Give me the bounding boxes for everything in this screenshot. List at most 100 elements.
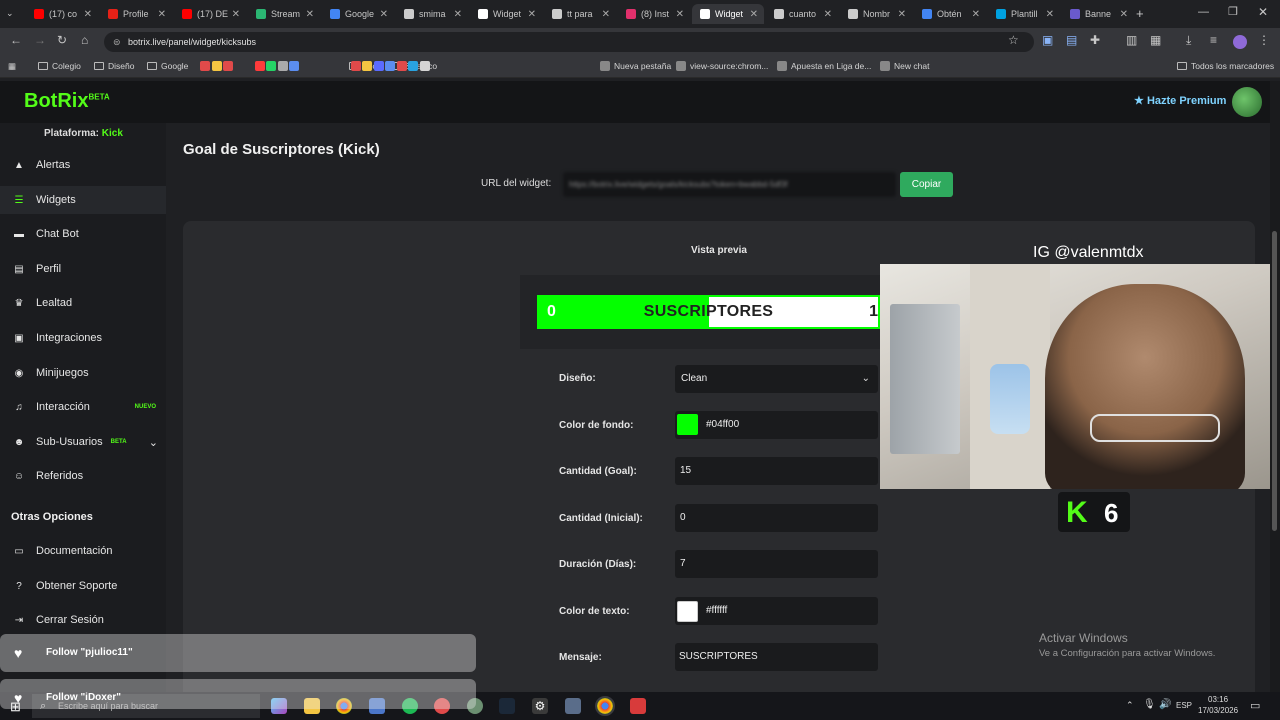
message-input[interactable]: SUSCRIPTORES bbox=[675, 643, 878, 671]
chevron-down-icon[interactable]: ⌄ bbox=[149, 436, 158, 449]
bookmark-favicon-icon[interactable] bbox=[350, 61, 361, 71]
bookmark-favicon-icon[interactable] bbox=[200, 61, 210, 71]
bookmark-icon-item[interactable] bbox=[289, 61, 299, 71]
sidebar-item-chat-bot[interactable]: ▬ Chat Bot bbox=[0, 220, 166, 248]
translate-icon[interactable]: ▣ bbox=[1042, 33, 1053, 47]
close-tab-icon[interactable]: ✕ bbox=[454, 9, 462, 20]
chrome-active-icon[interactable] bbox=[595, 696, 615, 716]
settings-gear-icon[interactable]: ⚙ bbox=[532, 698, 548, 714]
browser-tab[interactable]: Obtén ✕ bbox=[914, 4, 986, 24]
sidebar-item-obtener-soporte[interactable]: ? Obtener Soporte bbox=[0, 572, 166, 600]
close-tab-icon[interactable]: ✕ bbox=[750, 9, 758, 20]
tray-chevron-icon[interactable]: ⌃ bbox=[1126, 700, 1134, 711]
bookmark-icon-item[interactable] bbox=[362, 61, 372, 71]
microphone-icon[interactable]: 🎙 bbox=[1143, 699, 1156, 710]
steam-icon[interactable] bbox=[499, 698, 515, 714]
browser-tab[interactable]: Widget ✕ bbox=[692, 4, 764, 24]
language-indicator[interactable]: ESP bbox=[1176, 701, 1192, 710]
premium-button[interactable]: ★ Hazte Premium bbox=[1134, 94, 1226, 107]
browser-tab[interactable]: (17) co ✕ bbox=[26, 4, 98, 24]
bookmark-icon-item[interactable] bbox=[223, 61, 233, 71]
bookmark-icon-item[interactable] bbox=[408, 61, 418, 71]
copy-button[interactable]: Copiar bbox=[900, 172, 953, 197]
bookmark-icon-item[interactable] bbox=[277, 61, 288, 71]
bookmark-favicon-icon[interactable] bbox=[277, 61, 288, 71]
bookmark-item[interactable]: Diseño bbox=[94, 61, 134, 71]
browser-tab[interactable]: Widget ✕ bbox=[470, 4, 542, 24]
browser-tab[interactable]: smima ✕ bbox=[396, 4, 468, 24]
taskbar-clock[interactable]: 03:16 17/03/2026 bbox=[1198, 694, 1238, 716]
app-icon-blue[interactable] bbox=[565, 698, 581, 714]
close-window-button[interactable]: ✕ bbox=[1258, 5, 1268, 19]
bookmark-item[interactable]: Apuesta en Liga de... bbox=[777, 61, 871, 71]
duration-input[interactable]: 7 bbox=[675, 550, 878, 578]
bookmark-star-icon[interactable]: ☆ bbox=[1008, 33, 1019, 47]
bookmark-item[interactable]: New chat bbox=[880, 61, 929, 71]
back-icon[interactable]: ← bbox=[10, 33, 22, 47]
bookmark-favicon-icon[interactable] bbox=[419, 61, 430, 71]
profile-avatar[interactable] bbox=[1233, 35, 1247, 49]
botrix-logo[interactable]: BotRixBETA bbox=[24, 90, 110, 113]
bookmark-favicon-icon[interactable] bbox=[289, 61, 299, 71]
bookmark-icon-item[interactable] bbox=[396, 61, 407, 71]
bookmark-favicon-icon[interactable] bbox=[211, 61, 222, 71]
bookmark-favicon-icon[interactable] bbox=[396, 61, 407, 71]
browser-tab[interactable]: Profile ✕ bbox=[100, 4, 172, 24]
puzzle-icon[interactable]: ✚ bbox=[1090, 33, 1100, 47]
reload-icon[interactable]: ↻ bbox=[57, 33, 67, 47]
bg-color-input[interactable]: #04ff00 bbox=[675, 411, 878, 439]
bookmark-item[interactable]: Colegio bbox=[38, 61, 81, 71]
bookmark-icon-item[interactable] bbox=[266, 61, 276, 71]
bookmark-item[interactable]: Todos los marcadores bbox=[1177, 61, 1274, 71]
bookmark-icon-item[interactable] bbox=[419, 61, 430, 71]
close-tab-icon[interactable]: ✕ bbox=[1046, 9, 1054, 20]
close-tab-icon[interactable]: ✕ bbox=[824, 9, 832, 20]
design-select[interactable]: Clean ⌄ bbox=[675, 365, 878, 393]
restore-button[interactable]: ❐ bbox=[1228, 5, 1238, 18]
sidebar-item-widgets[interactable]: ☰ Widgets bbox=[0, 186, 166, 214]
bookmark-favicon-icon[interactable] bbox=[373, 61, 384, 71]
bookmark-favicon-icon[interactable] bbox=[362, 61, 372, 71]
bookmark-item[interactable]: Google bbox=[147, 61, 188, 71]
goal-amount-input[interactable]: 15 bbox=[675, 457, 878, 485]
widget-url-field[interactable]: https://botrix.live/widgets/goals/kicksu… bbox=[563, 172, 896, 197]
notifications-icon[interactable]: ▭ bbox=[1250, 699, 1260, 712]
bookmark-favicon-icon[interactable] bbox=[266, 61, 276, 71]
close-tab-icon[interactable]: ✕ bbox=[158, 9, 166, 20]
tab-list-dropdown-icon[interactable]: ⌄ bbox=[6, 8, 14, 19]
menu-icon[interactable]: ⋮ bbox=[1258, 33, 1270, 47]
browser-tab[interactable]: tt para ✕ bbox=[544, 4, 616, 24]
new-tab-button[interactable]: + bbox=[1136, 6, 1144, 21]
sidebar-item-sub-usuarios[interactable]: ☻ Sub-Usuarios BETA ⌄ bbox=[0, 428, 166, 456]
browser-tab[interactable]: Plantill ✕ bbox=[988, 4, 1060, 24]
bookmark-icon-item[interactable] bbox=[254, 61, 265, 71]
sidebar-item-cerrar-sesi-n[interactable]: ⇥ Cerrar Sesión bbox=[0, 606, 166, 634]
bookmark-icon-item[interactable] bbox=[211, 61, 222, 71]
reading-list-icon[interactable]: ≡ bbox=[1210, 33, 1217, 47]
sidebar-item-integraciones[interactable]: ▣ Integraciones bbox=[0, 324, 166, 352]
browser-tab[interactable]: (8) Inst ✕ bbox=[618, 4, 690, 24]
close-tab-icon[interactable]: ✕ bbox=[602, 9, 610, 20]
sidebar-item-perfil[interactable]: ▤ Perfil bbox=[0, 255, 166, 283]
close-tab-icon[interactable]: ✕ bbox=[972, 9, 980, 20]
bookmark-icon-item[interactable] bbox=[200, 61, 210, 71]
sidebar-item-lealtad[interactable]: ♛ Lealtad bbox=[0, 289, 166, 317]
delete-icon[interactable]: ▦ bbox=[1150, 33, 1161, 47]
home-icon[interactable]: ⌂ bbox=[81, 33, 88, 47]
browser-tab[interactable]: (17) DE ✕ bbox=[174, 4, 246, 24]
bookmark-icon-item[interactable] bbox=[385, 61, 395, 71]
bookmark-icon-item[interactable] bbox=[350, 61, 361, 71]
browser-tab[interactable]: Nombr ✕ bbox=[840, 4, 912, 24]
browser-tab[interactable]: Google ✕ bbox=[322, 4, 394, 24]
bg-color-swatch[interactable] bbox=[677, 414, 698, 435]
minimize-button[interactable]: — bbox=[1198, 6, 1209, 18]
apps-icon[interactable]: ▦ bbox=[8, 61, 16, 72]
scrollbar-thumb[interactable] bbox=[1272, 231, 1277, 531]
close-tab-icon[interactable]: ✕ bbox=[1120, 9, 1128, 20]
speaker-icon[interactable]: 🔊 bbox=[1159, 699, 1171, 710]
bookmark-item[interactable]: view-source:chrom... bbox=[676, 61, 768, 71]
close-tab-icon[interactable]: ✕ bbox=[380, 9, 388, 20]
extension-icon[interactable]: ▤ bbox=[1066, 33, 1077, 47]
close-tab-icon[interactable]: ✕ bbox=[306, 9, 314, 20]
close-tab-icon[interactable]: ✕ bbox=[232, 9, 240, 20]
